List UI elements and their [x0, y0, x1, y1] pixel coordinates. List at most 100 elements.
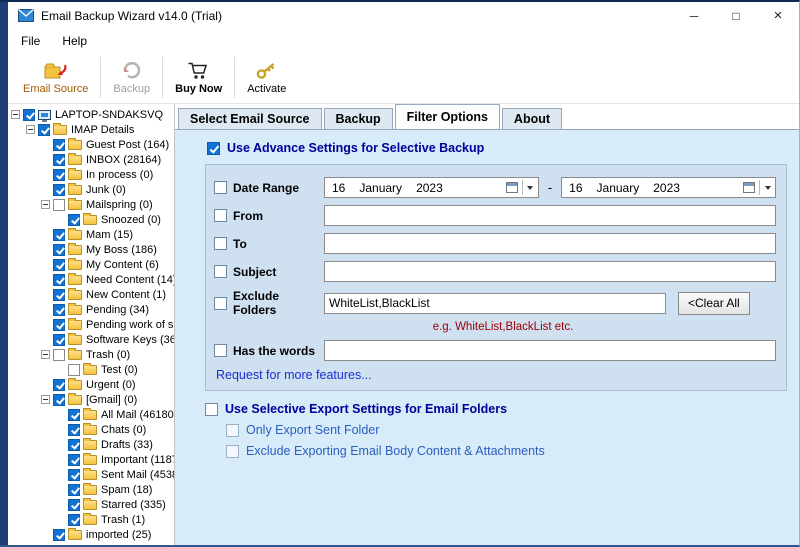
tree-checkbox[interactable] [68, 364, 80, 376]
tree-item[interactable]: Drafts (33) [8, 437, 174, 452]
tree-item[interactable]: Mam (15) [8, 227, 174, 242]
tree-checkbox[interactable] [53, 154, 65, 166]
tree-item[interactable]: All Mail (46180) [8, 407, 174, 422]
clear-all-button[interactable]: <Clear All [678, 292, 750, 315]
has-words-input[interactable] [324, 340, 776, 361]
tree-item[interactable]: Test (0) [8, 362, 174, 377]
tree-item[interactable]: My Content (6) [8, 257, 174, 272]
tree-checkbox[interactable] [53, 199, 65, 211]
collapse-icon[interactable] [41, 350, 50, 359]
tree-item[interactable]: Mailspring (0) [8, 197, 174, 212]
tree-item[interactable]: INBOX (28164) [8, 152, 174, 167]
tree-checkbox[interactable] [53, 244, 65, 256]
collapse-icon[interactable] [41, 395, 50, 404]
tree-item[interactable]: [Gmail] (0) [8, 392, 174, 407]
collapse-icon[interactable] [26, 125, 35, 134]
tree-item[interactable]: Software Keys (36) [8, 332, 174, 347]
calendar-icon[interactable] [743, 182, 755, 193]
tree-item[interactable]: Starred (335) [8, 497, 174, 512]
date-from-picker[interactable]: 16 January 2023 [324, 177, 539, 198]
tree-item[interactable]: Pending work of sir ( [8, 317, 174, 332]
tree-item[interactable]: Need Content (14) [8, 272, 174, 287]
advance-settings-checkbox[interactable] [207, 142, 220, 155]
buy-now-button[interactable]: Buy Now [166, 52, 231, 103]
date-range-checkbox[interactable] [214, 181, 227, 194]
dropdown-arrow-icon[interactable] [522, 180, 535, 195]
calendar-icon[interactable] [506, 182, 518, 193]
exclude-body-checkbox[interactable] [226, 445, 239, 458]
exclude-folders-checkbox[interactable] [214, 297, 227, 310]
date-to-day[interactable]: 16 [569, 181, 582, 195]
tree-checkbox[interactable] [53, 259, 65, 271]
tree-checkbox[interactable] [68, 214, 80, 226]
tree-checkbox[interactable] [53, 184, 65, 196]
collapse-icon[interactable] [41, 200, 50, 209]
dropdown-arrow-icon[interactable] [759, 180, 772, 195]
tree-item[interactable]: Trash (1) [8, 512, 174, 527]
tree-checkbox[interactable] [68, 409, 80, 421]
date-from-day[interactable]: 16 [332, 181, 345, 195]
tree-item[interactable]: In process (0) [8, 167, 174, 182]
tree-checkbox[interactable] [53, 394, 65, 406]
minimize-button[interactable]: ─ [673, 2, 715, 29]
subject-checkbox[interactable] [214, 265, 227, 278]
tree-checkbox[interactable] [68, 439, 80, 451]
tree-item[interactable]: imported (25) [8, 527, 174, 542]
tree-item[interactable]: Spam (18) [8, 482, 174, 497]
maximize-button[interactable]: □ [715, 2, 757, 29]
tab-filter-options[interactable]: Filter Options [395, 104, 500, 129]
tab-select-email-source[interactable]: Select Email Source [178, 108, 322, 129]
tree-checkbox[interactable] [53, 169, 65, 181]
tree-checkbox[interactable] [53, 139, 65, 151]
to-input[interactable] [324, 233, 776, 254]
tree-checkbox[interactable] [23, 109, 35, 121]
exclude-folders-input[interactable] [324, 293, 666, 314]
backup-button[interactable]: Backup [104, 52, 159, 103]
tree-item[interactable]: Junk (0) [8, 182, 174, 197]
tree-item[interactable]: New Content (1) [8, 287, 174, 302]
tree-checkbox[interactable] [68, 514, 80, 526]
subject-input[interactable] [324, 261, 776, 282]
date-to-year[interactable]: 2023 [653, 181, 680, 195]
tree-item[interactable]: Snoozed (0) [8, 212, 174, 227]
tree-checkbox[interactable] [53, 319, 65, 331]
collapse-icon[interactable] [11, 110, 20, 119]
close-button[interactable]: × [757, 2, 799, 29]
tree-item[interactable]: IMAP Details [8, 122, 174, 137]
tree-checkbox[interactable] [53, 289, 65, 301]
tree-checkbox[interactable] [53, 379, 65, 391]
tree-checkbox[interactable] [68, 499, 80, 511]
tree-item[interactable]: Pending (34) [8, 302, 174, 317]
date-from-month[interactable]: January [359, 181, 402, 195]
tree-item[interactable]: Important (11874) [8, 452, 174, 467]
tree-checkbox[interactable] [53, 229, 65, 241]
from-checkbox[interactable] [214, 209, 227, 222]
tree-item[interactable]: Urgent (0) [8, 377, 174, 392]
tree-checkbox[interactable] [53, 274, 65, 286]
menu-file[interactable]: File [21, 34, 40, 48]
tree-item[interactable]: Chats (0) [8, 422, 174, 437]
tab-about[interactable]: About [502, 108, 562, 129]
tree-checkbox[interactable] [68, 424, 80, 436]
tree-checkbox[interactable] [53, 304, 65, 316]
tree-checkbox[interactable] [53, 349, 65, 361]
tree-checkbox[interactable] [53, 529, 65, 541]
tree-item[interactable]: Trash (0) [8, 347, 174, 362]
activate-button[interactable]: Activate [238, 52, 295, 103]
date-to-month[interactable]: January [597, 181, 640, 195]
request-more-features-link[interactable]: Request for more features... [216, 368, 776, 382]
tree-item[interactable]: LAPTOP-SNDAKSVQ [8, 107, 174, 122]
menu-help[interactable]: Help [62, 34, 87, 48]
tree-checkbox[interactable] [38, 124, 50, 136]
tree-item[interactable]: Guest Post (164) [8, 137, 174, 152]
from-input[interactable] [324, 205, 776, 226]
only-sent-checkbox[interactable] [226, 424, 239, 437]
email-source-button[interactable]: Email Source [14, 52, 97, 103]
date-from-year[interactable]: 2023 [416, 181, 443, 195]
tab-backup[interactable]: Backup [324, 108, 393, 129]
tree-item[interactable]: My Boss (186) [8, 242, 174, 257]
tree-checkbox[interactable] [68, 484, 80, 496]
has-words-checkbox[interactable] [214, 344, 227, 357]
tree-checkbox[interactable] [53, 334, 65, 346]
date-to-picker[interactable]: 16 January 2023 [561, 177, 776, 198]
